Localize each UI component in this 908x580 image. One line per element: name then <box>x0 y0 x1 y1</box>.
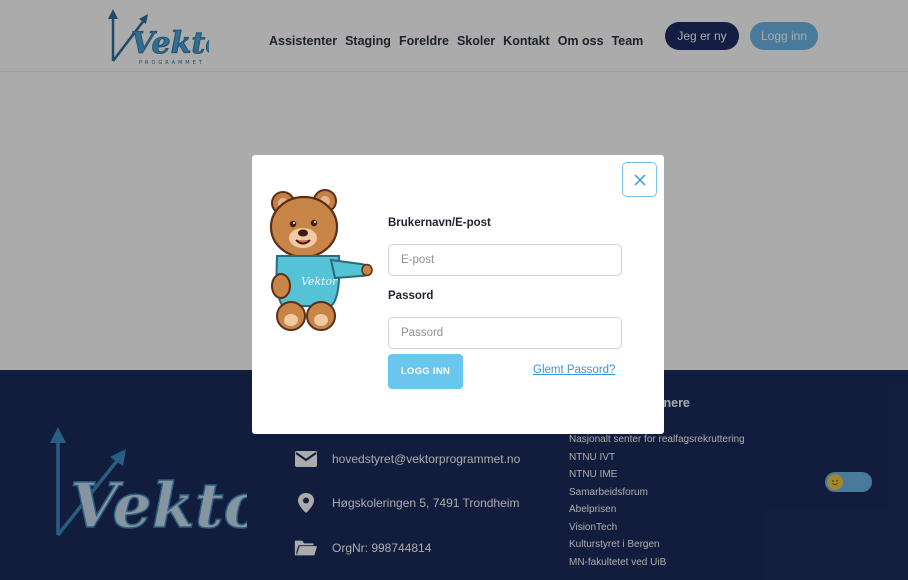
password-label: Passord <box>388 290 434 302</box>
login-submit-button[interactable]: LOGG INN <box>388 354 463 389</box>
forgot-password-link[interactable]: Glemt Passord? <box>533 364 615 376</box>
bear-mascot-illustration: Vektor <box>269 189 373 331</box>
close-button[interactable] <box>622 162 657 197</box>
username-label: Brukernavn/E-post <box>388 217 491 229</box>
close-icon <box>633 173 646 186</box>
password-input[interactable] <box>388 317 622 349</box>
login-modal: Vektor Brukernavn/E-post Passord LOGG IN… <box>252 155 664 434</box>
mascot-shirt-text: Vektor <box>301 275 338 288</box>
username-input[interactable] <box>388 244 622 276</box>
